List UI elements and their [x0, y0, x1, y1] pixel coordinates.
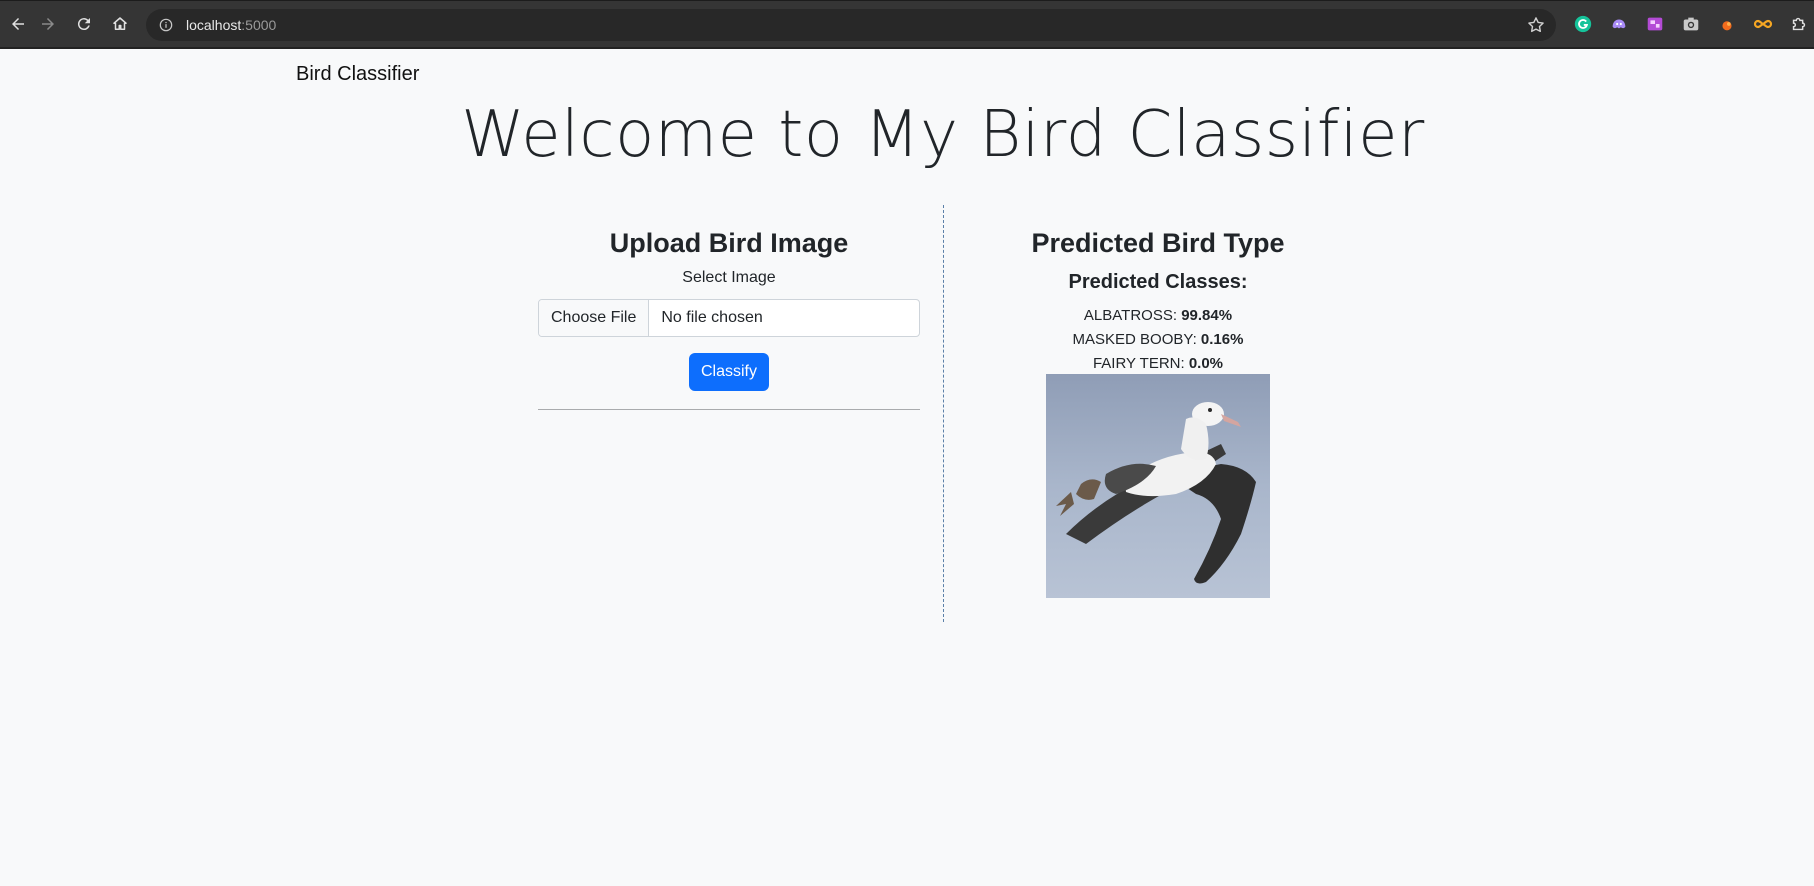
- class-name: MASKED BOOBY:: [1072, 331, 1197, 348]
- url-port: :5000: [241, 17, 277, 33]
- fox-extension-icon[interactable]: [1716, 13, 1738, 35]
- upload-divider: [538, 409, 920, 410]
- navbar-brand[interactable]: Bird Classifier: [296, 63, 419, 86]
- prediction-section: Predicted Bird Type Predicted Classes: A…: [1000, 228, 1316, 376]
- class-probability: 99.84%: [1181, 307, 1233, 324]
- uploaded-bird-image: [1046, 374, 1270, 598]
- upload-heading: Upload Bird Image: [609, 228, 849, 258]
- toolbar-border: [0, 47, 1814, 49]
- infinity-extension-icon[interactable]: [1752, 13, 1774, 35]
- column-divider: [943, 205, 944, 622]
- reload-icon: [77, 18, 90, 31]
- upload-section: Upload Bird Image Select Image Choose Fi…: [538, 228, 920, 391]
- url-text: localhost:5000: [186, 17, 276, 33]
- prediction-heading: Predicted Bird Type: [1031, 228, 1285, 258]
- class-probability: 0.16%: [1200, 331, 1244, 348]
- bookmark-star-icon[interactable]: [1526, 15, 1546, 35]
- classify-button[interactable]: Classify: [688, 353, 769, 391]
- extensions-puzzle-icon[interactable]: [1788, 13, 1810, 35]
- prediction-item: MASKED BOOBY: 0.16%: [1000, 328, 1316, 352]
- arrow-right-icon: [42, 18, 54, 30]
- camera-extension-icon[interactable]: [1680, 13, 1702, 35]
- albatross-illustration: [1046, 374, 1270, 598]
- address-bar[interactable]: localhost:5000: [146, 9, 1556, 41]
- choose-file-button[interactable]: Choose File: [539, 300, 650, 336]
- grammarly-extension-icon[interactable]: [1572, 13, 1594, 35]
- class-name: ALBATROSS:: [1083, 307, 1178, 324]
- forward-button[interactable]: [30, 6, 66, 42]
- prediction-item: FAIRY TERN: 0.0%: [1000, 352, 1316, 376]
- page-title: Welcome to My Bird Classifier: [461, 98, 1425, 172]
- file-status-text: No file chosen: [661, 309, 763, 326]
- file-input[interactable]: Choose File No file chosen: [538, 299, 920, 337]
- home-icon: [113, 17, 127, 30]
- browser-toolbar: localhost:5000: [0, 0, 1814, 48]
- prediction-item: ALBATROSS: 99.84%: [1000, 304, 1316, 328]
- reload-button[interactable]: [66, 6, 102, 42]
- puzzle-app-extension-icon[interactable]: [1644, 13, 1666, 35]
- site-info-icon[interactable]: [158, 17, 174, 33]
- select-image-label: Select Image: [682, 269, 776, 286]
- class-probability: 0.0%: [1188, 355, 1224, 372]
- url-host: localhost: [186, 17, 242, 33]
- class-name: FAIRY TERN:: [1092, 355, 1185, 372]
- ghost-extension-icon[interactable]: [1608, 13, 1630, 35]
- home-button[interactable]: [102, 6, 138, 42]
- arrow-left-icon: [12, 18, 24, 30]
- predicted-classes-heading: Predicted Classes:: [1068, 271, 1248, 293]
